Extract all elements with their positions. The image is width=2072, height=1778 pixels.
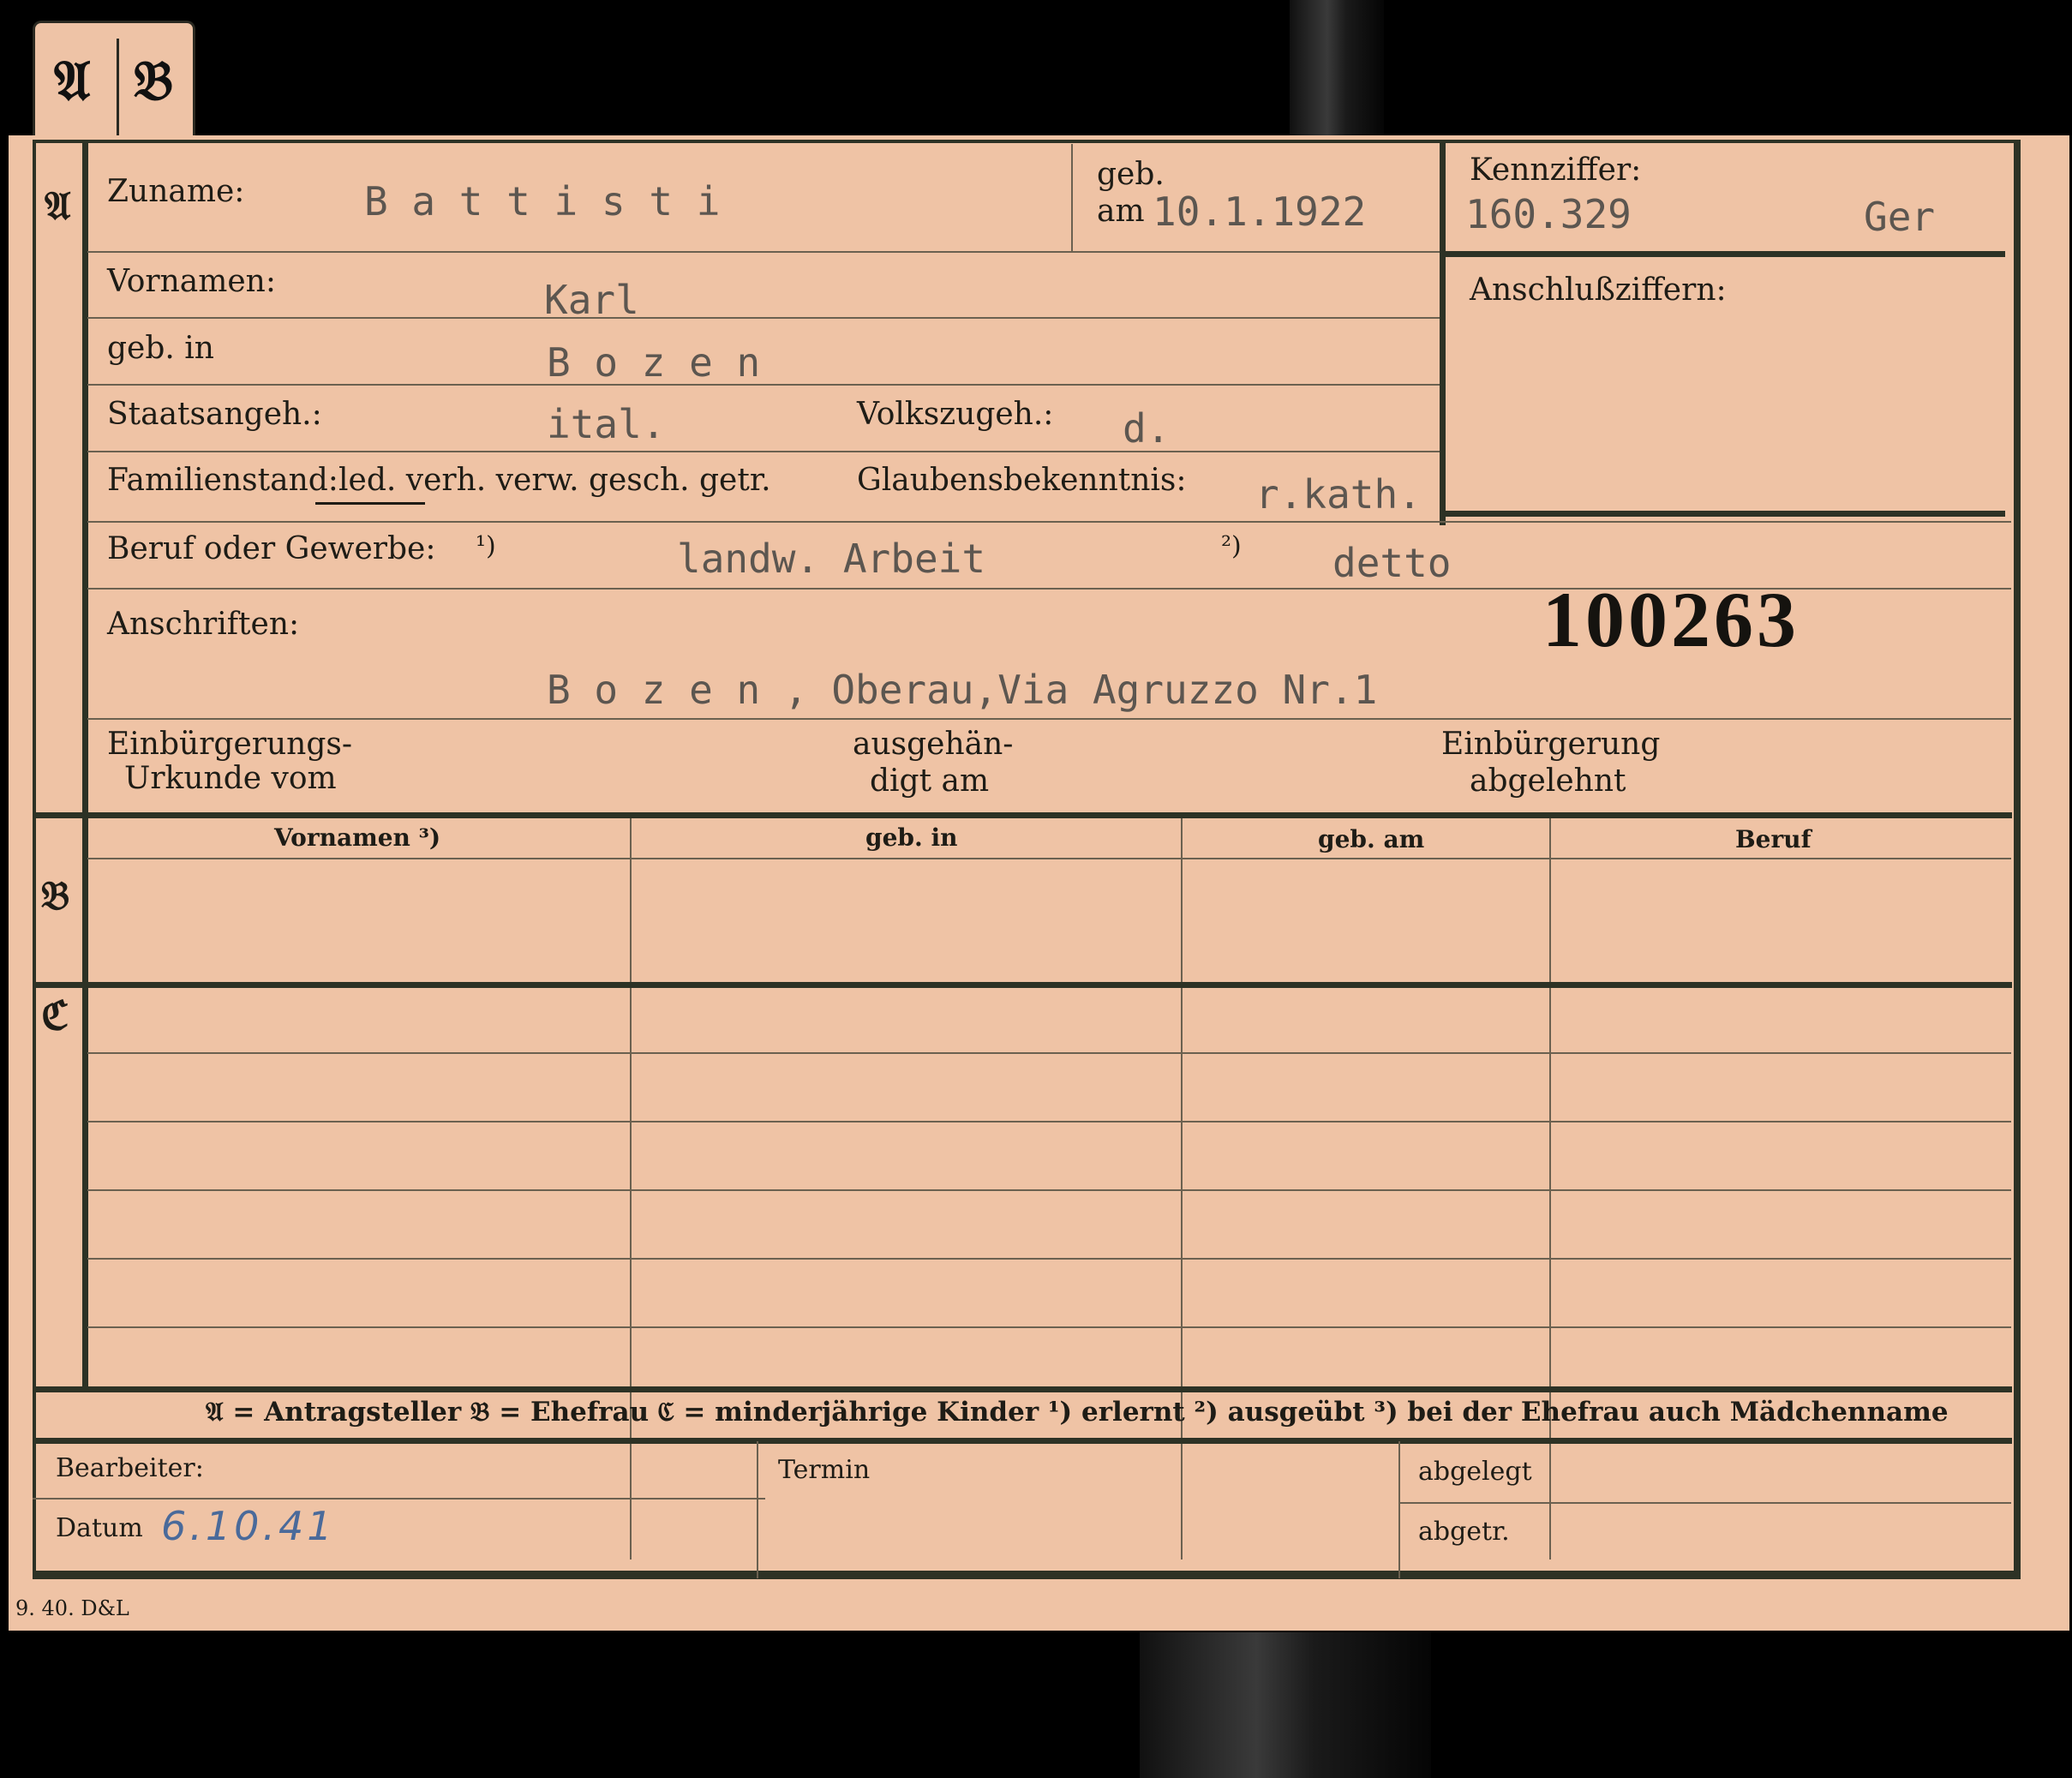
termin-label: Termin <box>778 1455 871 1485</box>
registration-card: 𝔄 𝔅 ℭ Zuname: B a t t i s t i geb. am 10… <box>9 135 2069 1631</box>
glauben-value: r.kath. <box>1255 471 1422 518</box>
staat-label: Staatsangeh.: <box>107 397 322 432</box>
c-row-rule-4 <box>87 1258 2011 1260</box>
termin-divider <box>757 1441 758 1578</box>
legend-text: 𝔄 = Antragsteller 𝔅 = Ehefrau ℭ = minder… <box>206 1397 1949 1428</box>
section-a-marker: 𝔄 <box>45 183 71 229</box>
abgelegt-divider <box>1398 1441 1400 1578</box>
einb-urkunde-line2: Urkunde vom <box>124 761 337 796</box>
staat-value: ital. <box>547 401 666 447</box>
ausgehaendigt-line1: ausgehän- <box>853 727 1014 762</box>
geb-label-top: geb. <box>1097 157 1165 192</box>
section-c-bottom <box>33 1386 2012 1392</box>
kennziffer-box-rule <box>1440 251 2005 257</box>
table-header-beruf: Beruf <box>1735 825 1812 853</box>
c-row-rule-2 <box>87 1121 2011 1122</box>
einb-urkunde-line1: Einbürgerungs- <box>107 727 353 762</box>
kennziffer-value: 160.329 <box>1465 191 1632 237</box>
section-c-marker: ℭ <box>41 992 69 1039</box>
volk-value: d. <box>1123 405 1171 452</box>
kennziffer-suffix: Ger <box>1864 194 1936 240</box>
familienstand-options: led. verh. verw. gesch. getr. <box>338 463 771 498</box>
section-a-bottom <box>33 812 2012 818</box>
geb-divider <box>1071 144 1073 251</box>
abgelegt-rule <box>1398 1502 2011 1504</box>
table-header-vornamen: Vornamen ³) <box>274 823 441 852</box>
vornamen-label: Vornamen: <box>107 264 276 299</box>
beruf-note-1: ¹) <box>476 531 496 561</box>
c-row-rule-1 <box>87 1052 2011 1054</box>
beruf-label: Beruf oder Gewerbe: <box>107 531 436 566</box>
c-row-rule-5 <box>87 1326 2011 1328</box>
gebin-value: B o z e n <box>547 339 761 386</box>
gebin-label: geb. in <box>107 331 214 366</box>
index-tab: 𝔄 𝔅 <box>33 21 195 141</box>
table-header-rule <box>87 858 2011 859</box>
abgetr-label: abgetr. <box>1418 1517 1510 1547</box>
abgelegt-label: abgelegt <box>1418 1457 1532 1487</box>
kennziffer-box-bottom <box>1440 511 2005 517</box>
legend-bottom <box>33 1438 2012 1444</box>
tab-letter-a: 𝔄 <box>54 49 91 113</box>
anschriften-label: Anschriften: <box>107 607 300 642</box>
volk-label: Volkszugeh.: <box>857 397 1054 432</box>
anschrift-value: B o z e n , Oberau,Via Agruzzo Nr.1 <box>547 667 1378 713</box>
familienstand-label: Familienstand: <box>107 463 338 498</box>
bearbeiter-rule <box>33 1498 765 1500</box>
zuname-label: Zuname: <box>107 174 245 209</box>
section-b-bottom <box>33 982 2012 988</box>
tab-letter-b: 𝔅 <box>134 49 174 113</box>
c-row-rule-3 <box>87 1189 2011 1191</box>
glauben-label: Glaubensbekenntnis: <box>857 463 1187 498</box>
ausgehaendigt-line2: digt am <box>870 763 990 799</box>
section-divider <box>82 140 88 1386</box>
card-frame <box>33 140 2021 1579</box>
row-rule-5 <box>87 521 2011 523</box>
beruf-note-2: ²) <box>1221 531 1242 561</box>
table-header-gebin: geb. in <box>865 823 958 852</box>
beruf-value-2: detto <box>1332 540 1452 586</box>
datum-value: 6.10.41 <box>161 1503 336 1549</box>
row-rule-2 <box>87 317 1440 319</box>
vornamen-value: Karl <box>544 277 639 323</box>
datum-label: Datum <box>56 1513 143 1543</box>
beruf-value-1: landw. Arbeit <box>677 536 986 582</box>
einb-abgelehnt-line2: abgelehnt <box>1470 763 1626 799</box>
stamp-number: 100263 <box>1542 576 1800 663</box>
familienstand-underline <box>315 502 425 505</box>
printer-mark: 9. 40. D&L <box>15 1596 129 1620</box>
row-rule-7 <box>87 718 2011 720</box>
geb-label-am: am <box>1097 194 1145 229</box>
bearbeiter-label: Bearbeiter: <box>56 1453 204 1483</box>
row-rule-3 <box>87 384 1440 386</box>
scanner-bar-bottom <box>1140 1632 1431 1778</box>
kennziffer-box-divider <box>1440 140 1446 525</box>
kennziffer-label: Kennziffer: <box>1470 153 1642 188</box>
zuname-value: B a t t i s t i <box>364 178 721 224</box>
tab-divider <box>117 39 119 141</box>
geb-date-value: 10.1.1922 <box>1153 189 1367 235</box>
anschluss-label: Anschlußziffern: <box>1470 272 1727 308</box>
row-rule-1 <box>87 251 1440 253</box>
scanner-bar-top <box>1290 0 1384 137</box>
section-b-marker: 𝔅 <box>41 872 70 919</box>
table-header-gebam: geb. am <box>1318 825 1425 853</box>
row-rule-4 <box>87 451 1440 452</box>
einb-abgelehnt-line1: Einbürgerung <box>1441 727 1661 762</box>
